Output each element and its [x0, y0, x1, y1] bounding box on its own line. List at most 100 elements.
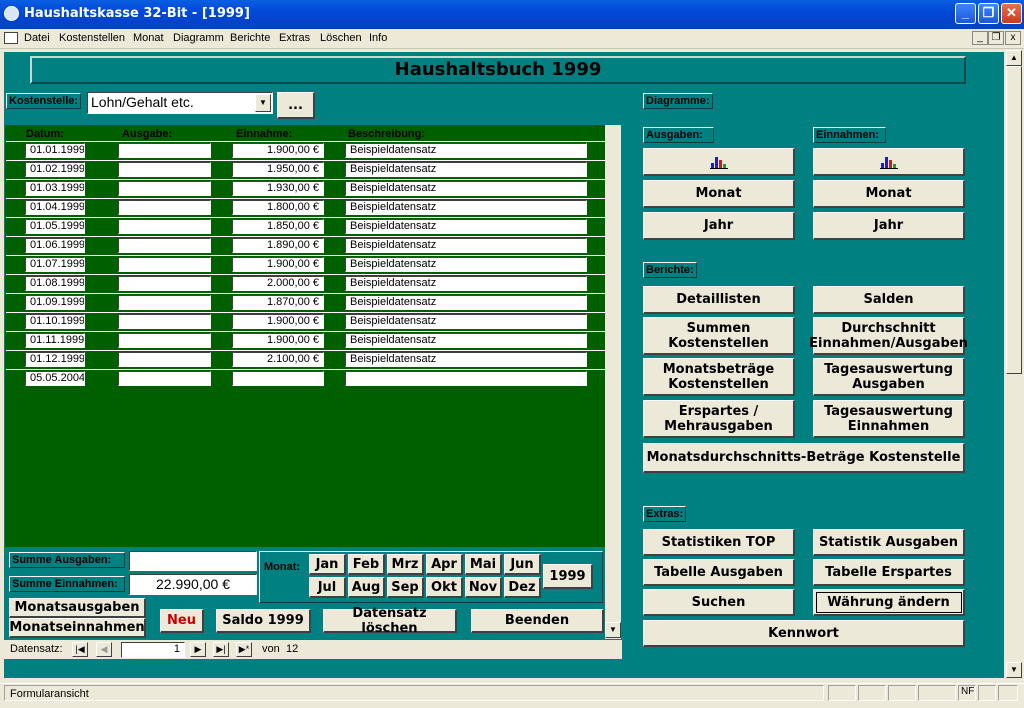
saldo-button[interactable]: Saldo 1999 [216, 609, 311, 633]
einnahmen-chart-button[interactable] [813, 148, 965, 176]
cell-beschreibung[interactable]: Beispieldatensatz [345, 333, 587, 348]
last-record-icon[interactable]: ▶| [213, 642, 229, 657]
monatsdurchschnitt-button[interactable]: Monatsdurchschnitts-Beträge Kostenstelle [643, 443, 965, 473]
first-record-icon[interactable]: |◀ [72, 642, 88, 657]
cell-datum[interactable]: 05.05.2004 [25, 371, 85, 386]
cell-datum[interactable]: 01.02.1999 [25, 162, 85, 177]
cell-ausgabe[interactable] [118, 371, 211, 386]
previous-record-icon[interactable]: ◀ [96, 642, 112, 657]
record-number-input[interactable]: 1 [121, 642, 185, 658]
cell-datum[interactable]: 01.04.1999 [25, 200, 85, 215]
cell-ausgabe[interactable] [118, 295, 211, 310]
minimize-button[interactable]: _ [955, 3, 976, 24]
record-selector[interactable] [8, 219, 20, 234]
year-button[interactable]: 1999 [543, 564, 593, 589]
scroll-down-arrow-icon[interactable]: ▼ [1006, 662, 1022, 678]
record-selector[interactable] [8, 333, 20, 348]
mdi-close-button[interactable]: x [1005, 31, 1021, 45]
cell-einnahme[interactable]: 1.900,00 € [232, 333, 324, 348]
cell-beschreibung[interactable]: Beispieldatensatz [345, 162, 587, 177]
record-selector[interactable] [8, 200, 20, 215]
cell-beschreibung[interactable]: Beispieldatensatz [345, 219, 587, 234]
statistiken-top-button[interactable]: Statistiken TOP [643, 529, 795, 556]
einnahmen-jahr-button[interactable]: Jahr [813, 212, 965, 240]
form-vertical-scrollbar[interactable]: ▲ ▼ [1006, 50, 1022, 678]
kennwort-button[interactable]: Kennwort [643, 620, 965, 647]
cell-ausgabe[interactable] [118, 333, 211, 348]
month-button-okt[interactable]: Okt [426, 577, 463, 598]
cell-datum[interactable]: 01.05.1999 [25, 219, 85, 234]
cell-einnahme[interactable]: 2.100,00 € [232, 352, 324, 367]
summe-ausgaben-field[interactable] [129, 551, 257, 571]
month-button-sep[interactable]: Sep [387, 577, 424, 598]
menu-kostenstellen[interactable]: Kostenstellen [59, 32, 125, 44]
cell-beschreibung[interactable] [345, 371, 587, 386]
scroll-up-arrow-icon[interactable]: ▲ [1006, 50, 1022, 66]
record-selector[interactable] [8, 314, 20, 329]
tabelle-ausgaben-button[interactable]: Tabelle Ausgaben [643, 559, 795, 586]
close-button[interactable]: ✕ [1001, 3, 1022, 24]
cell-einnahme[interactable]: 1.870,00 € [232, 295, 324, 310]
salden-button[interactable]: Salden [813, 286, 965, 314]
einnahmen-monat-button[interactable]: Monat [813, 180, 965, 208]
month-button-feb[interactable]: Feb [348, 554, 385, 575]
cell-ausgabe[interactable] [118, 200, 211, 215]
cell-datum[interactable]: 01.12.1999 [25, 352, 85, 367]
cell-datum[interactable]: 01.11.1999 [25, 333, 85, 348]
cell-beschreibung[interactable]: Beispieldatensatz [345, 314, 587, 329]
cell-ausgabe[interactable] [118, 162, 211, 177]
cell-datum[interactable]: 01.07.1999 [25, 257, 85, 272]
cell-einnahme[interactable]: 1.850,00 € [232, 219, 324, 234]
cell-datum[interactable]: 01.08.1999 [25, 276, 85, 291]
neu-button[interactable]: Neu [160, 609, 204, 633]
cell-beschreibung[interactable]: Beispieldatensatz [345, 181, 587, 196]
record-selector[interactable] [8, 295, 20, 310]
next-record-icon[interactable]: ▶ [190, 642, 206, 657]
grid-scroll-down-icon[interactable]: ▼ [605, 622, 621, 638]
cell-ausgabe[interactable] [118, 257, 211, 272]
datensatz-loeschen-button[interactable]: Datensatz löschen [323, 606, 457, 636]
cell-datum[interactable]: 01.10.1999 [25, 314, 85, 329]
ausgaben-chart-button[interactable] [643, 148, 795, 176]
maximize-button[interactable]: ❐ [978, 3, 999, 24]
month-button-apr[interactable]: Apr [426, 554, 463, 575]
chevron-down-icon[interactable]: ▼ [255, 94, 271, 112]
grid-vertical-scrollbar[interactable]: ▼ [605, 125, 621, 639]
ausgaben-jahr-button[interactable]: Jahr [643, 212, 795, 240]
menu-monat[interactable]: Monat [133, 32, 164, 44]
cell-ausgabe[interactable] [118, 314, 211, 329]
record-selector[interactable] [8, 238, 20, 253]
cell-einnahme[interactable]: 1.900,00 € [232, 314, 324, 329]
menu-loeschen[interactable]: Löschen [320, 32, 362, 44]
month-button-aug[interactable]: Aug [348, 577, 385, 598]
cell-beschreibung[interactable]: Beispieldatensatz [345, 143, 587, 158]
menu-info[interactable]: Info [369, 32, 387, 44]
menu-datei[interactable]: Datei [24, 32, 50, 44]
beenden-button[interactable]: Beenden [471, 609, 604, 633]
cell-einnahme[interactable] [232, 371, 324, 386]
cell-ausgabe[interactable] [118, 181, 211, 196]
record-selector[interactable] [8, 352, 20, 367]
cell-datum[interactable]: 01.09.1999 [25, 295, 85, 310]
cell-datum[interactable]: 01.03.1999 [25, 181, 85, 196]
record-selector[interactable] [8, 371, 20, 386]
kostenstelle-combobox[interactable]: Lohn/Gehalt etc. ▼ [87, 92, 273, 114]
detaillisten-button[interactable]: Detaillisten [643, 286, 795, 314]
summen-kostenstellen-button[interactable]: Summen Kostenstellen [643, 317, 795, 355]
record-selector[interactable] [8, 143, 20, 158]
record-selector[interactable] [8, 181, 20, 196]
month-button-mrz[interactable]: Mrz [387, 554, 424, 575]
cell-datum[interactable]: 01.01.1999 [25, 143, 85, 158]
cell-beschreibung[interactable]: Beispieldatensatz [345, 276, 587, 291]
mdi-restore-button[interactable]: ❐ [988, 31, 1004, 45]
tagesauswertung-ausgaben-button[interactable]: Tagesauswertung Ausgaben [813, 358, 965, 396]
cell-einnahme[interactable]: 2.000,00 € [232, 276, 324, 291]
mdi-minimize-button[interactable]: _ [972, 31, 988, 45]
cell-ausgabe[interactable] [118, 143, 211, 158]
menu-berichte[interactable]: Berichte [230, 32, 270, 44]
cell-einnahme[interactable]: 1.890,00 € [232, 238, 324, 253]
monatsbetraege-button[interactable]: Monatsbeträge Kostenstellen [643, 358, 795, 396]
menu-diagramm[interactable]: Diagramm [173, 32, 224, 44]
erspartes-button[interactable]: Erspartes / Mehrausgaben [643, 400, 795, 438]
cell-beschreibung[interactable]: Beispieldatensatz [345, 238, 587, 253]
